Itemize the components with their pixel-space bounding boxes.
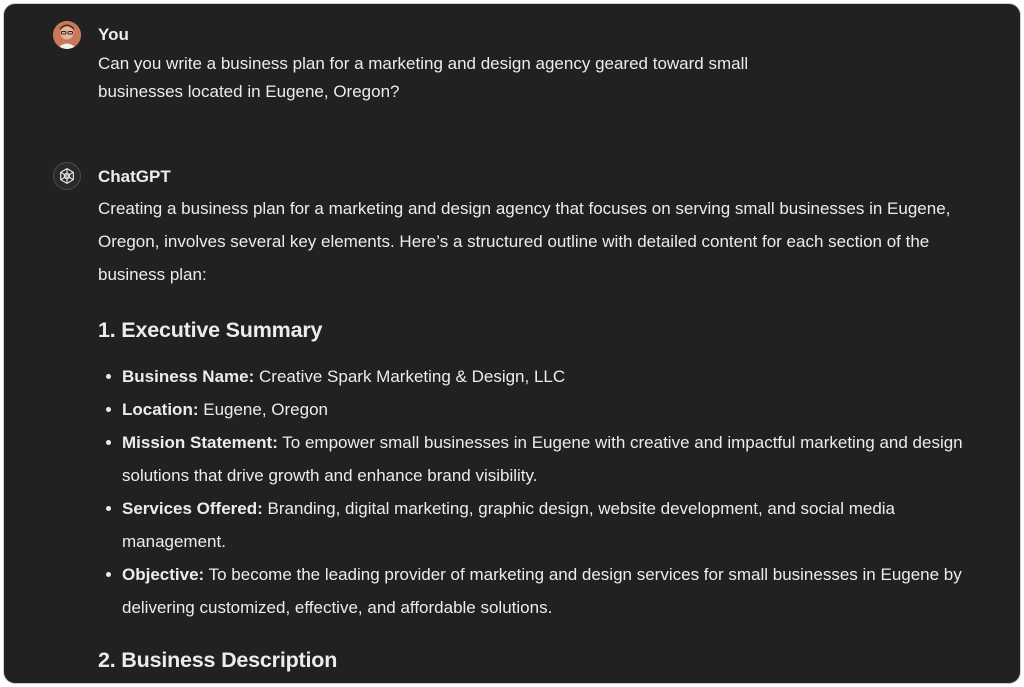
section-heading-executive-summary: 1. Executive Summary	[98, 318, 323, 342]
user-author-name: You	[98, 25, 129, 44]
item-text: Creative Spark Marketing & Design, LLC	[259, 367, 566, 386]
list-item: Services Offered: Branding, digital mark…	[106, 492, 978, 558]
section-heading-business-description: 2. Business Description	[98, 648, 338, 672]
assistant-author-name: ChatGPT	[98, 167, 171, 186]
response-intro: Creating a business plan for a marketing…	[98, 199, 951, 284]
item-label: Mission Statement:	[122, 433, 278, 452]
item-text: To become the leading provider of market…	[122, 565, 962, 617]
item-label: Objective:	[122, 565, 205, 584]
user-avatar	[53, 21, 81, 49]
list-item: Location: Eugene, Oregon	[106, 393, 978, 426]
user-avatar-icon	[53, 21, 81, 49]
user-message-text: Can you write a business plan for a mark…	[98, 54, 749, 101]
assistant-response: Creating a business plan for a marketing…	[98, 192, 978, 673]
item-label: Services Offered:	[122, 499, 263, 518]
list-item: Objective: To become the leading provide…	[106, 558, 978, 624]
executive-summary-list: Business Name: Creative Spark Marketing …	[98, 360, 978, 624]
item-text: Eugene, Oregon	[203, 400, 328, 419]
item-label: Location:	[122, 400, 199, 419]
list-item: Mission Statement: To empower small busi…	[106, 426, 978, 492]
openai-logo-icon	[53, 162, 81, 190]
list-item: Business Name: Creative Spark Marketing …	[106, 360, 978, 393]
item-label: Business Name:	[122, 367, 255, 386]
chat-window: You Can you write a business plan for a …	[3, 3, 1021, 684]
